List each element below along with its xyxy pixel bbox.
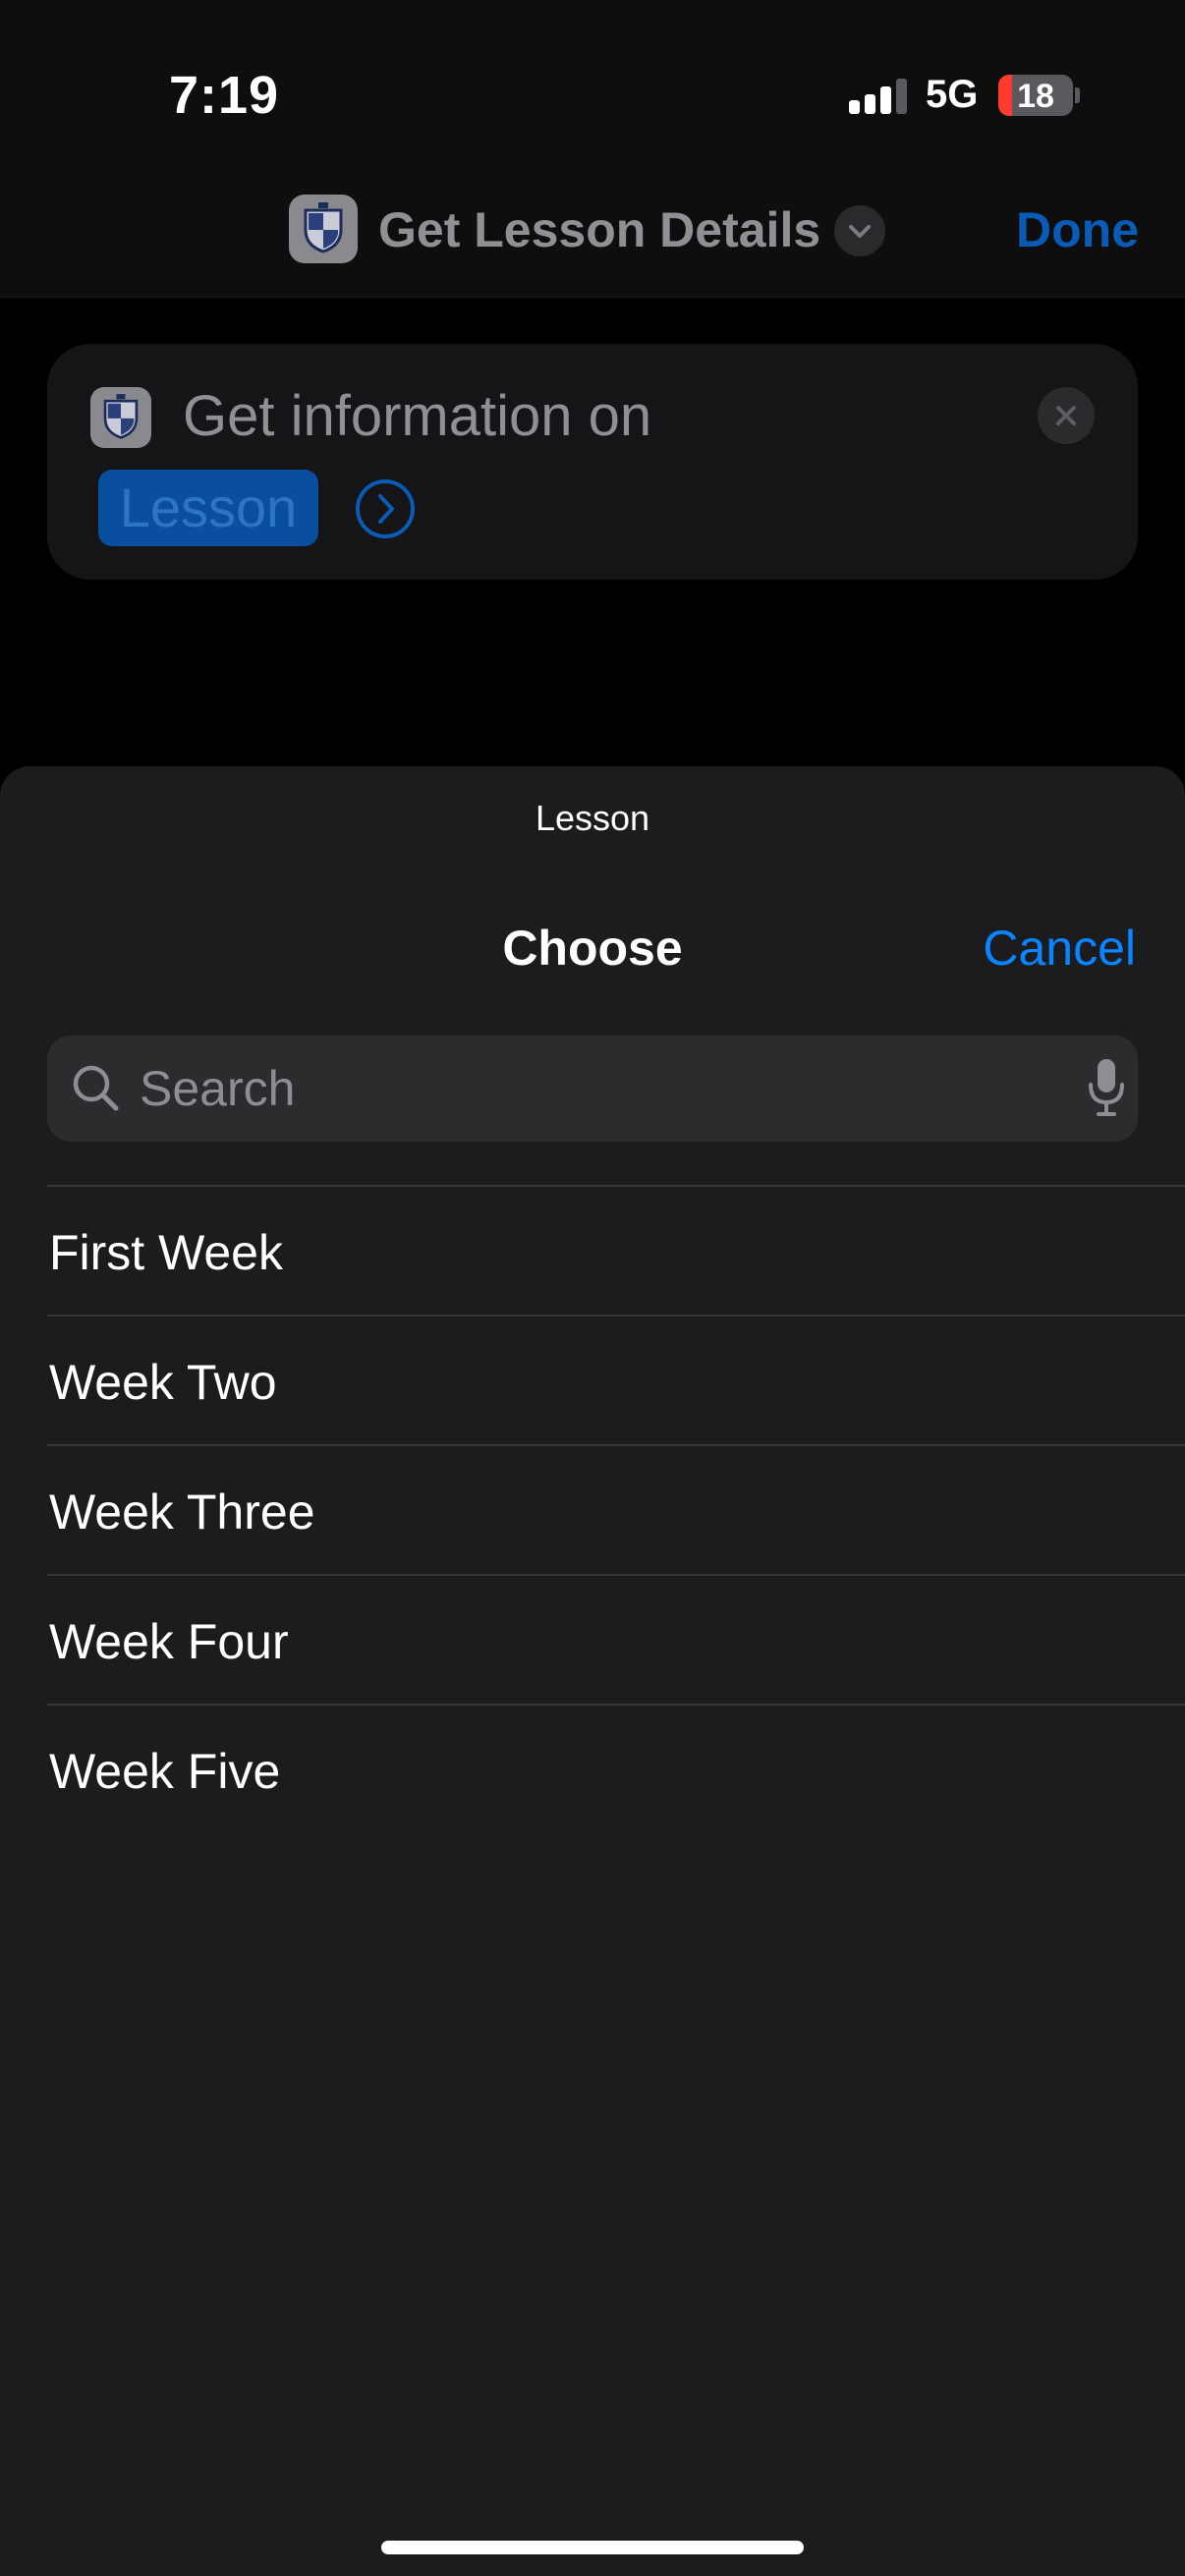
top-bar: 7:19 5G 18 Get Lesson Details Done xyxy=(0,0,1185,298)
list-item[interactable]: Week Five xyxy=(47,1704,1185,1833)
cancel-button[interactable]: Cancel xyxy=(983,920,1136,977)
status-time: 7:19 xyxy=(169,66,280,125)
network-type: 5G xyxy=(926,73,979,116)
university-shield-icon xyxy=(90,387,151,448)
university-shield-icon[interactable] xyxy=(289,195,358,263)
cellular-signal-icon xyxy=(849,79,908,114)
battery-nub xyxy=(1075,87,1080,103)
battery-icon: 18 xyxy=(998,75,1073,116)
list-item[interactable]: First Week xyxy=(47,1185,1185,1315)
search-input[interactable] xyxy=(140,1036,1024,1142)
battery-level: 18 xyxy=(1017,78,1054,115)
list-item[interactable]: Week Four xyxy=(47,1574,1185,1704)
lesson-parameter-token[interactable]: Lesson xyxy=(98,470,318,546)
action-text: Get information on xyxy=(183,384,652,448)
nav-title[interactable]: Get Lesson Details xyxy=(378,201,820,258)
list-item-label: Week Five xyxy=(49,1744,281,1799)
home-indicator[interactable] xyxy=(381,2541,804,2554)
action-card: Get information on Lesson xyxy=(47,344,1138,580)
list-item-label: Week Four xyxy=(49,1614,289,1669)
list-item[interactable]: Week Three xyxy=(47,1444,1185,1574)
sheet-subtitle: Lesson xyxy=(535,798,650,838)
list-item-label: Week Three xyxy=(49,1484,315,1540)
list-item[interactable]: Week Two xyxy=(47,1315,1185,1444)
close-icon[interactable] xyxy=(1038,387,1095,444)
search-icon xyxy=(69,1061,124,1116)
screen: 7:19 5G 18 Get Lesson Details Done Get i… xyxy=(0,0,1185,2576)
microphone-icon[interactable] xyxy=(1087,1055,1126,1120)
choose-sheet: Lesson Choose Cancel First Week xyxy=(0,766,1185,2576)
list-item-label: First Week xyxy=(49,1225,283,1280)
lesson-list: First Week Week Two Week Three Week Four… xyxy=(47,1185,1185,1833)
search-bar[interactable] xyxy=(47,1036,1138,1142)
chevron-down-icon[interactable] xyxy=(834,205,885,256)
list-item-label: Week Two xyxy=(49,1355,277,1410)
chevron-right-circle-icon[interactable] xyxy=(354,477,417,540)
done-button[interactable]: Done xyxy=(1016,201,1139,258)
